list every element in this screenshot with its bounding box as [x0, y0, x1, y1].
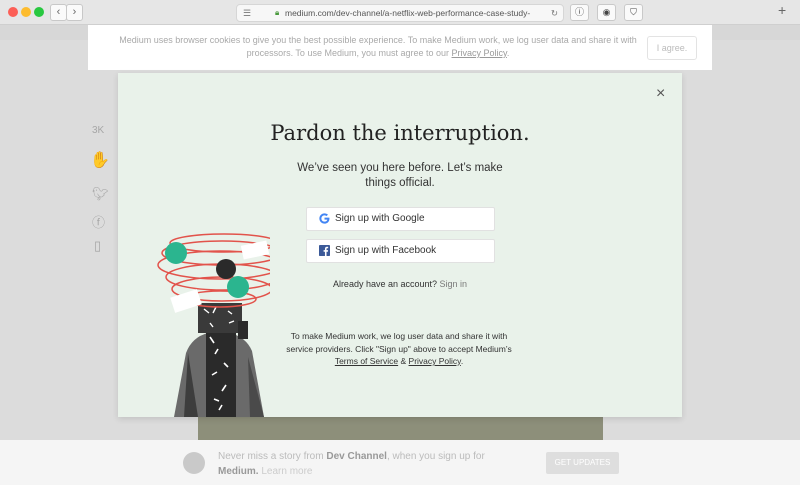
facebook-share-icon[interactable]: ⓕ — [92, 212, 105, 231]
browser-toolbar: ‹ › ☰ 🔒︎ medium.com/dev-channel/a-netfli… — [0, 0, 800, 25]
google-icon — [319, 213, 330, 224]
modal-subtitle: We’ve seen you here before. Let’s make t… — [297, 162, 503, 189]
new-tab-button[interactable]: + — [778, 2, 786, 18]
shield-extension-icon[interactable]: ⛉ — [624, 4, 643, 21]
google-signup-button[interactable]: Sign up with Google — [306, 207, 495, 231]
url-text: medium.com/dev-channel/a-netflix-web-per… — [285, 8, 531, 18]
cookie-period: . — [506, 48, 510, 58]
forward-button[interactable]: › — [66, 4, 83, 21]
legal-text: To make Medium work, we log user data an… — [278, 330, 520, 368]
cookie-privacy-link[interactable]: Privacy Policy — [452, 48, 507, 58]
cookie-banner: Medium uses browser cookies to give you … — [88, 25, 712, 70]
article-image — [198, 416, 603, 442]
get-updates-button[interactable]: GET UPDATES — [546, 452, 619, 474]
address-bar[interactable]: ☰ 🔒︎ medium.com/dev-channel/a-netflix-we… — [236, 4, 564, 22]
bottom-mid: , when you sign up for — [386, 451, 485, 462]
channel-avatar — [183, 452, 205, 474]
reader-icon[interactable]: ☰ — [243, 5, 251, 21]
have-account-label: Already have an account? — [332, 279, 438, 289]
bottom-medium: Medium. — [218, 466, 259, 477]
facebook-signup-button[interactable]: Sign up with Facebook — [306, 239, 495, 263]
privacy-link[interactable]: Privacy Policy — [409, 356, 461, 366]
minimize-window-button[interactable] — [21, 7, 31, 17]
bottom-signup-bar: Never miss a story from Dev Channel, whe… — [0, 440, 800, 485]
legal-prefix: To make Medium work, we log user data an… — [286, 331, 512, 354]
clap-count: 3K — [92, 125, 105, 136]
terms-link[interactable]: Terms of Service — [335, 356, 398, 366]
agree-button[interactable]: I agree. — [647, 36, 697, 60]
back-button[interactable]: ‹ — [50, 4, 67, 21]
signup-modal: × Pardon the interruption. We’ve seen yo… — [118, 73, 682, 417]
learn-more-link[interactable]: Learn more — [261, 466, 312, 477]
zoom-window-button[interactable] — [34, 7, 44, 17]
bookmark-icon[interactable]: ▯ — [94, 238, 101, 254]
close-icon[interactable]: × — [656, 85, 665, 103]
cookie-message: Medium uses browser cookies to give you … — [108, 34, 648, 60]
person-tornado-illustration — [157, 233, 270, 417]
facebook-button-label: Sign up with Facebook — [335, 245, 437, 256]
clap-icon[interactable]: ✋ — [90, 150, 110, 170]
bottom-channel: Dev Channel — [326, 451, 387, 462]
facebook-icon — [319, 245, 330, 256]
info-extension-icon[interactable]: ⓘ — [570, 4, 589, 21]
cookie-text: Medium uses browser cookies to give you … — [119, 35, 637, 58]
reload-icon[interactable]: ↻ — [551, 5, 558, 21]
google-button-label: Sign up with Google — [335, 213, 425, 224]
modal-title: Pardon the interruption. — [270, 121, 530, 145]
legal-end: . — [460, 356, 464, 366]
sign-in-link[interactable]: Sign in — [440, 279, 468, 289]
password-extension-icon[interactable]: ◉ — [597, 4, 616, 21]
bottom-prefix: Never miss a story from — [218, 451, 324, 462]
close-window-button[interactable] — [8, 7, 18, 17]
lock-icon: 🔒︎ — [275, 8, 280, 17]
twitter-icon[interactable]: 🐦︎ — [92, 186, 109, 202]
bottom-message: Never miss a story from Dev Channel, whe… — [218, 449, 518, 479]
legal-amp: & — [400, 356, 407, 366]
